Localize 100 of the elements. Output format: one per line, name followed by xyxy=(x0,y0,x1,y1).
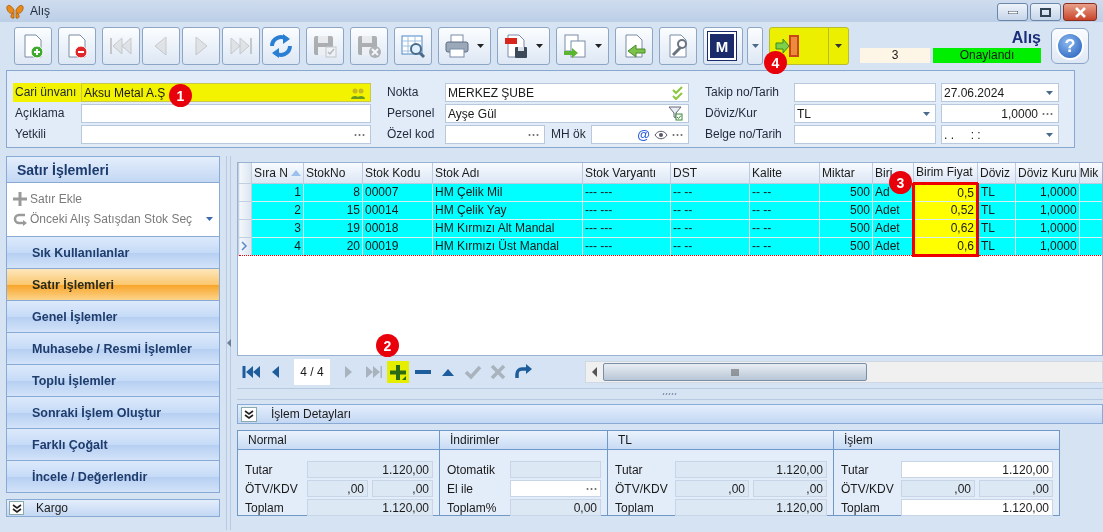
nav-item[interactable]: Genel İşlemler xyxy=(6,301,220,333)
horizontal-scrollbar[interactable] xyxy=(585,361,1103,383)
ellipsis-icon xyxy=(586,486,597,491)
column-header[interactable]: DST xyxy=(670,163,750,183)
input-field[interactable] xyxy=(794,83,936,102)
record-position: 4 / 4 xyxy=(294,359,330,385)
section-title: Kargo xyxy=(36,501,69,515)
column-header[interactable]: Mik xyxy=(1079,163,1102,183)
toolbar-button[interactable] xyxy=(262,27,300,65)
caret-icon xyxy=(751,44,759,48)
at-sign: @ xyxy=(637,127,650,142)
maximize-button[interactable] xyxy=(1030,3,1061,21)
collapsed-section[interactable]: Kargo xyxy=(6,499,220,517)
field-label: Toplam% xyxy=(447,500,498,515)
field-value: MERKEZ ŞUBE xyxy=(448,85,534,100)
toolbar-button[interactable] xyxy=(659,27,697,65)
ellipsis-icon xyxy=(528,132,539,137)
field-value: 1,0000 xyxy=(1001,106,1038,121)
field-value: ,00 xyxy=(1032,481,1049,496)
close-button[interactable] xyxy=(1063,3,1097,21)
nav-item[interactable]: Satır İşlemleri xyxy=(6,269,220,301)
butterfly-icon xyxy=(6,2,24,20)
nav-item[interactable]: İncele / Değerlendir xyxy=(6,461,220,493)
input-field[interactable] xyxy=(81,125,371,144)
toolbar-button[interactable]: M xyxy=(703,27,743,65)
field-label: Toplam xyxy=(841,500,881,515)
nav-item[interactable]: Sık Kullanılanlar xyxy=(6,237,220,269)
input-field[interactable] xyxy=(81,104,371,123)
input-field[interactable]: 1,0000 xyxy=(941,104,1059,123)
nav-item[interactable]: Toplu İşlemler xyxy=(6,365,220,397)
field-label: Tutar xyxy=(245,462,274,477)
nav-item[interactable]: Muhasebe / Resmi İşlemler xyxy=(6,333,220,365)
skip-back-icon xyxy=(242,364,260,380)
dropdown-button[interactable] xyxy=(747,27,763,65)
value-field[interactable] xyxy=(510,480,601,497)
toolbar-button[interactable] xyxy=(497,27,550,65)
plus-icon xyxy=(389,364,407,380)
check-icon xyxy=(464,364,482,380)
caret-icon xyxy=(1046,90,1053,95)
input-field[interactable] xyxy=(794,125,936,144)
input-field[interactable]: @ xyxy=(591,125,689,144)
input-field[interactable]: TL xyxy=(794,104,936,123)
field-label: Nokta xyxy=(386,84,420,101)
collapse-arrow-icon xyxy=(226,339,231,347)
column-header[interactable]: Sıra N xyxy=(251,163,304,183)
column-header[interactable]: StokNo xyxy=(303,163,363,183)
column-header[interactable]: Döviz xyxy=(977,163,1016,183)
input-field[interactable]: 27.06.2024 xyxy=(941,83,1059,102)
caret-icon xyxy=(536,44,543,48)
field-label: Personel xyxy=(386,105,436,122)
caret-icon xyxy=(923,111,930,116)
caret-icon xyxy=(206,217,213,221)
column-header[interactable]: Stok Adı xyxy=(432,163,583,183)
input-field[interactable]: Ayşe Gül xyxy=(445,104,689,123)
cross-icon xyxy=(489,364,507,380)
grip-icon xyxy=(662,392,678,396)
group-title: İşlem xyxy=(834,431,1059,450)
documents-arrow-icon xyxy=(561,32,589,60)
field-value: ,00 xyxy=(347,481,364,496)
column-header[interactable]: Döviz Kuru xyxy=(1015,163,1080,183)
input-field[interactable]: MERKEZ ŞUBE xyxy=(445,83,689,102)
printer-icon xyxy=(443,32,471,60)
document-number: 3 xyxy=(860,48,930,63)
status-label: Onaylandı xyxy=(933,48,1041,63)
scroll-thumb[interactable] xyxy=(603,363,867,381)
field-label: Toplam xyxy=(245,500,285,515)
column-header[interactable]: Birim Fiyat xyxy=(913,163,978,183)
field-label: Cari ünvanı xyxy=(13,83,81,102)
input-field[interactable] xyxy=(445,125,545,144)
nav-item[interactable]: Farklı Çoğalt xyxy=(6,429,220,461)
input-field[interactable]: . . : : xyxy=(941,125,1059,144)
column-header[interactable]: Miktar xyxy=(819,163,873,183)
field-label: Belge no/Tarih xyxy=(704,126,783,143)
toolbar-button[interactable] xyxy=(394,27,432,65)
sort-arrow-icon xyxy=(291,169,301,176)
field-label: ÖTV/KDV xyxy=(615,481,669,496)
collapse-button[interactable] xyxy=(241,406,257,422)
nav-button[interactable] xyxy=(387,361,409,383)
column-header[interactable]: Kalite xyxy=(749,163,820,183)
field-value: ,00 xyxy=(728,481,745,496)
grip-icon xyxy=(731,368,739,376)
caret-icon xyxy=(595,44,602,48)
nav-item[interactable]: Sonraki İşlem Oluştur xyxy=(6,397,220,429)
toolbar-button[interactable] xyxy=(58,27,96,65)
people-icon xyxy=(351,86,365,99)
document-title: Alış xyxy=(1011,29,1041,47)
window-title: Alış xyxy=(30,4,50,18)
value-field[interactable]: 1.120,00 xyxy=(901,499,1053,516)
value-field[interactable]: 1.120,00 xyxy=(901,461,1053,478)
ellipsis-icon xyxy=(1042,111,1053,116)
row-pointer-icon xyxy=(241,241,248,251)
column-header[interactable]: Stok Varyantı xyxy=(582,163,671,183)
eye-icon xyxy=(654,128,668,141)
field-label: Takip no/Tarih xyxy=(704,84,781,101)
refresh-icon xyxy=(267,32,295,60)
field-value: 27.06.2024 xyxy=(944,85,1005,100)
field-value: 0,00 xyxy=(573,500,597,515)
plus-icon xyxy=(13,192,27,206)
column-header[interactable]: Stok Kodu xyxy=(362,163,433,183)
caret-icon xyxy=(477,44,484,48)
